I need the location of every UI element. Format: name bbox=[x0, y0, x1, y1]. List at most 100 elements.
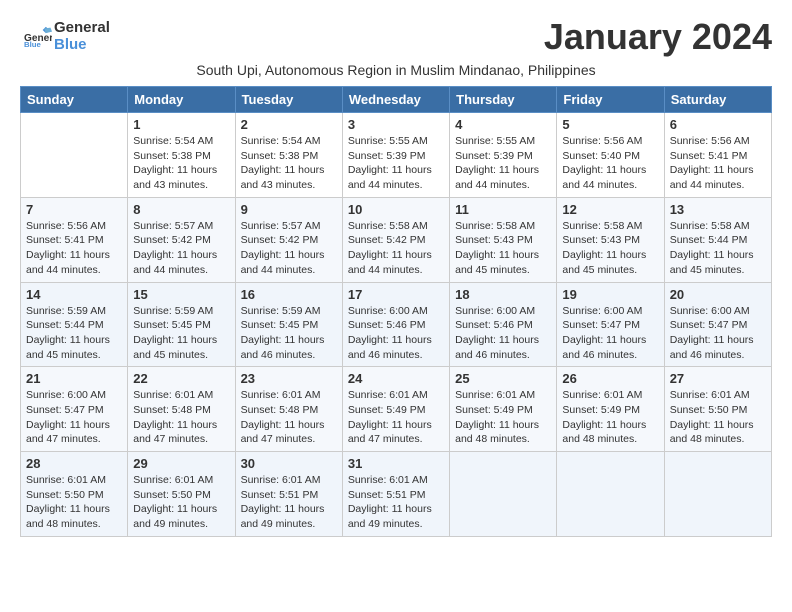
day-info: Sunrise: 6:01 AMSunset: 5:51 PMDaylight:… bbox=[348, 473, 444, 532]
calendar-cell: 17 Sunrise: 6:00 AMSunset: 5:46 PMDayligh… bbox=[342, 282, 449, 367]
day-info: Sunrise: 5:56 AMSunset: 5:41 PMDaylight:… bbox=[26, 219, 122, 278]
calendar-cell: 28 Sunrise: 6:01 AMSunset: 5:50 PMDayligh… bbox=[21, 452, 128, 537]
calendar-cell: 22 Sunrise: 6:01 AMSunset: 5:48 PMDayligh… bbox=[128, 367, 235, 452]
day-number: 19 bbox=[562, 287, 658, 302]
day-info: Sunrise: 5:59 AMSunset: 5:44 PMDaylight:… bbox=[26, 304, 122, 363]
day-info: Sunrise: 5:59 AMSunset: 5:45 PMDaylight:… bbox=[133, 304, 229, 363]
day-number: 14 bbox=[26, 287, 122, 302]
day-info: Sunrise: 5:56 AMSunset: 5:40 PMDaylight:… bbox=[562, 134, 658, 193]
day-number: 2 bbox=[241, 117, 337, 132]
day-number: 17 bbox=[348, 287, 444, 302]
day-number: 16 bbox=[241, 287, 337, 302]
calendar-cell bbox=[21, 113, 128, 198]
day-info: Sunrise: 6:00 AMSunset: 5:47 PMDaylight:… bbox=[562, 304, 658, 363]
day-number: 24 bbox=[348, 371, 444, 386]
calendar-cell: 24 Sunrise: 6:01 AMSunset: 5:49 PMDayligh… bbox=[342, 367, 449, 452]
calendar-cell: 31 Sunrise: 6:01 AMSunset: 5:51 PMDayligh… bbox=[342, 452, 449, 537]
calendar-cell: 11 Sunrise: 5:58 AMSunset: 5:43 PMDayligh… bbox=[450, 197, 557, 282]
logo-text-line1: General bbox=[54, 20, 110, 37]
day-info: Sunrise: 5:55 AMSunset: 5:39 PMDaylight:… bbox=[348, 134, 444, 193]
calendar-cell: 20Sunrise: 6:00 AMSunset: 5:47 PMDayligh… bbox=[664, 282, 771, 367]
calendar-cell: 5 Sunrise: 5:56 AMSunset: 5:40 PMDaylight… bbox=[557, 113, 664, 198]
weekday-header-thursday: Thursday bbox=[450, 87, 557, 113]
calendar-cell: 26 Sunrise: 6:01 AMSunset: 5:49 PMDayligh… bbox=[557, 367, 664, 452]
calendar-cell: 9 Sunrise: 5:57 AMSunset: 5:42 PMDaylight… bbox=[235, 197, 342, 282]
calendar-cell: 10Sunrise: 5:58 AMSunset: 5:42 PMDayligh… bbox=[342, 197, 449, 282]
day-number: 8 bbox=[133, 202, 229, 217]
calendar-cell: 1 Sunrise: 5:54 AMSunset: 5:38 PMDaylight… bbox=[128, 113, 235, 198]
day-info: Sunrise: 5:54 AMSunset: 5:38 PMDaylight:… bbox=[241, 134, 337, 193]
day-info: Sunrise: 6:01 AMSunset: 5:49 PMDaylight:… bbox=[348, 388, 444, 447]
day-info: Sunrise: 6:01 AMSunset: 5:50 PMDaylight:… bbox=[133, 473, 229, 532]
weekday-header-sunday: Sunday bbox=[21, 87, 128, 113]
logo: General Blue General Blue bbox=[20, 20, 110, 53]
calendar-cell: 8 Sunrise: 5:57 AMSunset: 5:42 PMDaylight… bbox=[128, 197, 235, 282]
day-number: 12 bbox=[562, 202, 658, 217]
weekday-header-tuesday: Tuesday bbox=[235, 87, 342, 113]
day-number: 11 bbox=[455, 202, 551, 217]
svg-text:Blue: Blue bbox=[24, 40, 42, 49]
logo-text-line2: Blue bbox=[54, 37, 110, 54]
month-title: January 2024 bbox=[544, 16, 772, 58]
day-info: Sunrise: 6:00 AMSunset: 5:46 PMDaylight:… bbox=[348, 304, 444, 363]
day-info: Sunrise: 5:54 AMSunset: 5:38 PMDaylight:… bbox=[133, 134, 229, 193]
calendar-cell bbox=[664, 452, 771, 537]
day-info: Sunrise: 5:58 AMSunset: 5:42 PMDaylight:… bbox=[348, 219, 444, 278]
day-info: Sunrise: 5:58 AMSunset: 5:44 PMDaylight:… bbox=[670, 219, 766, 278]
day-info: Sunrise: 5:58 AMSunset: 5:43 PMDaylight:… bbox=[455, 219, 551, 278]
day-info: Sunrise: 5:58 AMSunset: 5:43 PMDaylight:… bbox=[562, 219, 658, 278]
calendar-table: SundayMondayTuesdayWednesdayThursdayFrid… bbox=[20, 86, 772, 537]
day-number: 13 bbox=[670, 202, 766, 217]
day-number: 27 bbox=[670, 371, 766, 386]
calendar-cell: 23 Sunrise: 6:01 AMSunset: 5:48 PMDayligh… bbox=[235, 367, 342, 452]
calendar-cell: 30 Sunrise: 6:01 AMSunset: 5:51 PMDayligh… bbox=[235, 452, 342, 537]
weekday-header-friday: Friday bbox=[557, 87, 664, 113]
calendar-cell: 7 Sunrise: 5:56 AMSunset: 5:41 PMDaylight… bbox=[21, 197, 128, 282]
day-number: 31 bbox=[348, 456, 444, 471]
day-info: Sunrise: 6:00 AMSunset: 5:46 PMDaylight:… bbox=[455, 304, 551, 363]
calendar-cell: 3Sunrise: 5:55 AMSunset: 5:39 PMDaylight… bbox=[342, 113, 449, 198]
day-number: 29 bbox=[133, 456, 229, 471]
weekday-header-monday: Monday bbox=[128, 87, 235, 113]
calendar-cell: 27Sunrise: 6:01 AMSunset: 5:50 PMDayligh… bbox=[664, 367, 771, 452]
calendar-cell: 6 Sunrise: 5:56 AMSunset: 5:41 PMDaylight… bbox=[664, 113, 771, 198]
calendar-cell: 4Sunrise: 5:55 AMSunset: 5:39 PMDaylight… bbox=[450, 113, 557, 198]
day-number: 23 bbox=[241, 371, 337, 386]
day-number: 5 bbox=[562, 117, 658, 132]
calendar-cell: 18 Sunrise: 6:00 AMSunset: 5:46 PMDayligh… bbox=[450, 282, 557, 367]
logo-icon: General Blue bbox=[24, 25, 52, 49]
day-number: 28 bbox=[26, 456, 122, 471]
calendar-cell bbox=[450, 452, 557, 537]
day-info: Sunrise: 6:01 AMSunset: 5:51 PMDaylight:… bbox=[241, 473, 337, 532]
day-info: Sunrise: 5:57 AMSunset: 5:42 PMDaylight:… bbox=[133, 219, 229, 278]
day-number: 26 bbox=[562, 371, 658, 386]
day-number: 30 bbox=[241, 456, 337, 471]
day-number: 9 bbox=[241, 202, 337, 217]
day-number: 1 bbox=[133, 117, 229, 132]
weekday-header-saturday: Saturday bbox=[664, 87, 771, 113]
day-number: 25 bbox=[455, 371, 551, 386]
calendar-cell: 21Sunrise: 6:00 AMSunset: 5:47 PMDayligh… bbox=[21, 367, 128, 452]
day-number: 7 bbox=[26, 202, 122, 217]
day-info: Sunrise: 6:01 AMSunset: 5:48 PMDaylight:… bbox=[241, 388, 337, 447]
day-info: Sunrise: 6:01 AMSunset: 5:49 PMDaylight:… bbox=[562, 388, 658, 447]
calendar-cell: 19 Sunrise: 6:00 AMSunset: 5:47 PMDayligh… bbox=[557, 282, 664, 367]
calendar-cell: 29 Sunrise: 6:01 AMSunset: 5:50 PMDayligh… bbox=[128, 452, 235, 537]
calendar-cell bbox=[557, 452, 664, 537]
day-number: 21 bbox=[26, 371, 122, 386]
day-info: Sunrise: 6:01 AMSunset: 5:48 PMDaylight:… bbox=[133, 388, 229, 447]
calendar-cell: 14 Sunrise: 5:59 AMSunset: 5:44 PMDayligh… bbox=[21, 282, 128, 367]
day-info: Sunrise: 5:57 AMSunset: 5:42 PMDaylight:… bbox=[241, 219, 337, 278]
calendar-cell: 13 Sunrise: 5:58 AMSunset: 5:44 PMDayligh… bbox=[664, 197, 771, 282]
day-info: Sunrise: 5:59 AMSunset: 5:45 PMDaylight:… bbox=[241, 304, 337, 363]
day-info: Sunrise: 5:55 AMSunset: 5:39 PMDaylight:… bbox=[455, 134, 551, 193]
day-number: 22 bbox=[133, 371, 229, 386]
day-number: 18 bbox=[455, 287, 551, 302]
day-number: 15 bbox=[133, 287, 229, 302]
day-info: Sunrise: 6:00 AMSunset: 5:47 PMDaylight:… bbox=[670, 304, 766, 363]
day-info: Sunrise: 5:56 AMSunset: 5:41 PMDaylight:… bbox=[670, 134, 766, 193]
day-number: 6 bbox=[670, 117, 766, 132]
calendar-cell: 16 Sunrise: 5:59 AMSunset: 5:45 PMDayligh… bbox=[235, 282, 342, 367]
day-info: Sunrise: 6:01 AMSunset: 5:50 PMDaylight:… bbox=[26, 473, 122, 532]
calendar-cell: 25Sunrise: 6:01 AMSunset: 5:49 PMDayligh… bbox=[450, 367, 557, 452]
